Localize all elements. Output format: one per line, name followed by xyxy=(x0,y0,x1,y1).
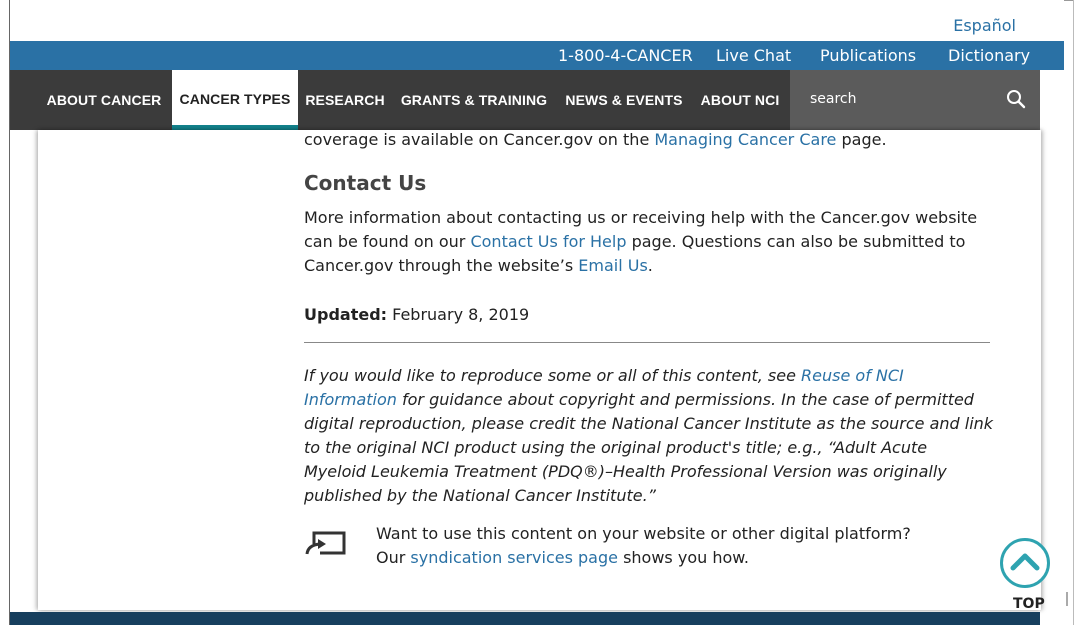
phone-link[interactable]: 1-800-4-CANCER xyxy=(558,46,693,65)
updated-line: Updated: February 8, 2019 xyxy=(304,303,529,327)
scrollbar-thumb[interactable] xyxy=(1066,592,1068,606)
nav-cancer-types[interactable]: CANCER TYPES xyxy=(172,70,298,130)
email-us-link[interactable]: Email Us xyxy=(578,256,648,275)
chevron-up-icon[interactable] xyxy=(1000,538,1050,588)
syndication-services-link[interactable]: syndication services page xyxy=(410,548,618,567)
footer-bar xyxy=(10,612,1040,625)
dictionary-link[interactable]: Dictionary xyxy=(948,46,1030,65)
live-chat-link[interactable]: Live Chat xyxy=(716,46,791,65)
managing-care-paragraph: coverage is available on Cancer.gov on t… xyxy=(304,130,887,149)
back-to-top-button[interactable]: TOP xyxy=(1000,538,1056,618)
espanol-link[interactable]: Español xyxy=(953,16,1016,35)
search-icon[interactable] xyxy=(1006,89,1026,109)
nav-about-nci[interactable]: ABOUT NCI xyxy=(694,70,786,130)
main-nav: ABOUT CANCER CANCER TYPES RESEARCH GRANT… xyxy=(10,70,1040,130)
divider xyxy=(304,342,990,343)
contact-us-for-help-link[interactable]: Contact Us for Help xyxy=(470,232,626,251)
contact-paragraph: More information about contacting us or … xyxy=(304,208,978,275)
syndication-paragraph: Want to use this content on your website… xyxy=(376,524,911,567)
search-box[interactable]: search xyxy=(790,70,1040,130)
nav-grants-training[interactable]: GRANTS & TRAINING xyxy=(394,70,554,130)
contact-us-heading: Contact Us xyxy=(304,171,427,195)
publications-link[interactable]: Publications xyxy=(820,46,916,65)
nav-news-events[interactable]: NEWS & EVENTS xyxy=(560,70,688,130)
managing-cancer-care-link[interactable]: Managing Cancer Care xyxy=(654,130,836,149)
search-input[interactable]: search xyxy=(810,91,857,107)
updated-date: February 8, 2019 xyxy=(387,305,530,324)
updated-label: Updated: xyxy=(304,305,388,324)
syndication-icon xyxy=(304,531,346,556)
utility-nav: 1-800-4-CANCER Live Chat Publications Di… xyxy=(10,41,1064,70)
language-bar: Español xyxy=(10,0,1064,41)
top-label: TOP xyxy=(1013,596,1045,612)
nav-research[interactable]: RESEARCH xyxy=(300,70,390,130)
reuse-paragraph: If you would like to reproduce some or a… xyxy=(304,366,994,505)
nav-about-cancer[interactable]: ABOUT CANCER xyxy=(38,70,170,130)
